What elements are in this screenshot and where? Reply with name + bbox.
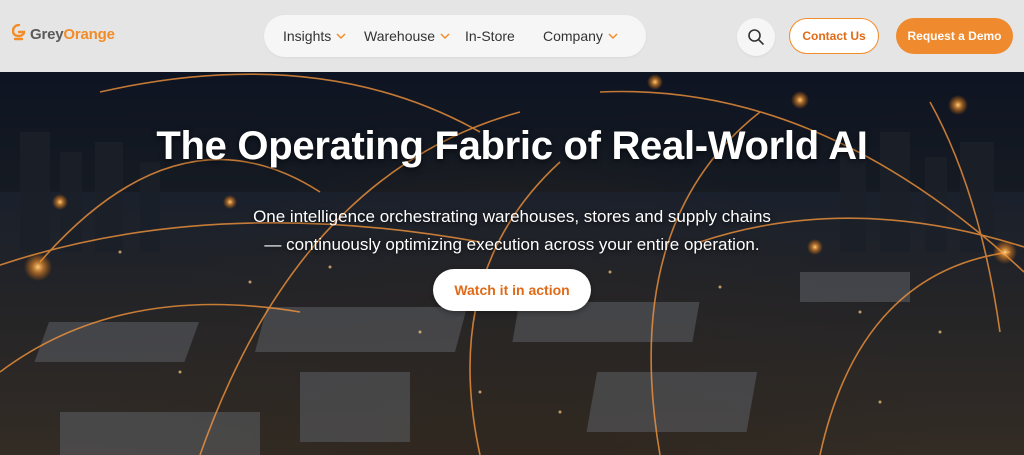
hero-section: The Operating Fabric of Real-World AI On… [0,72,1024,455]
chevron-down-icon [336,33,346,40]
greyorange-logo[interactable]: Grey Orange [12,24,115,44]
search-icon [748,29,764,45]
nav-item-company[interactable]: Company [543,15,619,57]
site-header: Grey Orange Insights Warehouse In-Store C… [0,0,1024,72]
nav-item-label: Insights [283,28,332,44]
nav-item-warehouse[interactable]: Warehouse [364,15,451,57]
nav-item-label: Company [543,28,603,44]
hero-subtitle: One intelligence orchestrating warehouse… [0,203,1024,259]
logo-text-grey: Grey [30,25,64,43]
logo-text-orange: Orange [63,25,115,43]
main-nav: Insights Warehouse In-Store Company [264,15,646,57]
chevron-down-icon [608,33,618,40]
nav-item-label: In-Store [465,28,515,44]
hero-title: The Operating Fabric of Real-World AI [156,124,868,168]
hero-subtitle-line-1: One intelligence orchestrating warehouse… [253,207,771,226]
nav-item-label: Warehouse [364,28,436,44]
nav-item-in-store[interactable]: In-Store [465,15,515,57]
watch-it-in-action-button[interactable]: Watch it in action [433,269,591,311]
chevron-down-icon [440,33,450,40]
logo-mark-icon [12,24,26,41]
contact-us-button[interactable]: Contact Us [789,18,879,54]
hero-subtitle-line-2: — continuously optimizing execution acro… [264,235,760,254]
search-button[interactable] [737,18,775,56]
request-demo-button[interactable]: Request a Demo [896,18,1013,54]
nav-item-insights[interactable]: Insights [283,15,347,57]
